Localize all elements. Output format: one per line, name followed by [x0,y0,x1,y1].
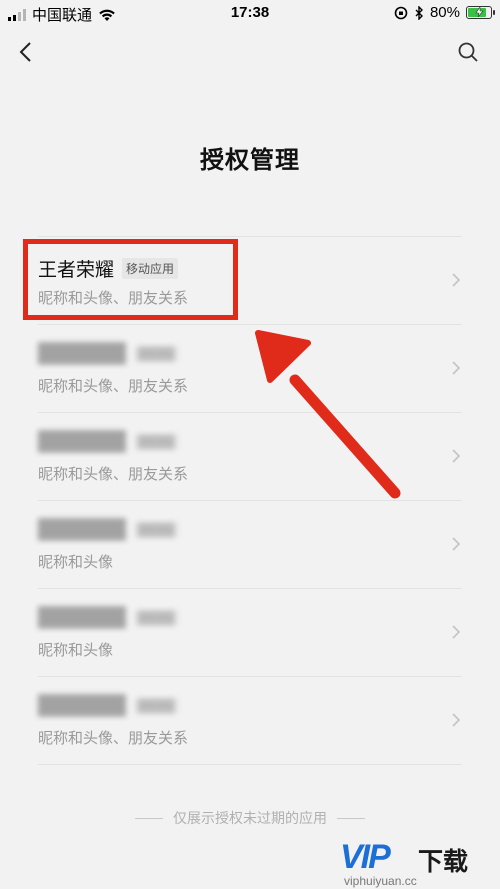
watermark-logo: VIP 下载 viphuiyuan.cc [340,838,500,889]
watermark-suffix: 下载 [418,847,469,876]
watermark-brand: VIP [340,838,391,876]
footer-note-text: 仅展示授权未过期的应用 [173,811,327,827]
app-name-line: ██████ ████ [38,343,179,365]
app-permissions: 昵称和头像 [38,553,114,571]
charging-icon [475,7,484,17]
app-name-redacted: ██████ [38,431,126,453]
app-name-line: ██████ ████ [38,607,179,629]
app-type-badge-redacted: ████ [133,609,179,627]
status-bar: 中国联通 17:38 80% [0,0,500,26]
app-name-redacted: ██████ [38,695,126,717]
chevron-right-icon [452,273,461,287]
app-permissions: 昵称和头像、朋友关系 [38,729,189,747]
chevron-right-icon [452,449,461,463]
app-permissions: 昵称和头像 [38,641,114,659]
highlight-box [23,239,238,320]
app-name-redacted: ██████ [38,519,126,541]
app-permissions: 昵称和头像、朋友关系 [38,377,189,395]
app-name-redacted: ██████ [38,607,126,629]
red-arrow-annotation [255,330,401,499]
bluetooth-icon [415,5,423,20]
battery-percent: 80% [429,4,460,21]
app-type-badge-redacted: ████ [133,521,179,539]
app-name-line: ██████ ████ [38,431,179,453]
orientation-lock-icon [394,6,408,19]
app-type-badge-redacted: ████ [133,697,179,715]
footer-line-right [337,817,365,819]
list-item[interactable]: ██████ ████ 昵称和头像、朋友关系 [38,677,462,764]
status-bar-right: 80% [394,4,495,21]
chevron-left-icon[interactable] [14,40,38,64]
search-icon[interactable] [456,40,480,64]
app-name-redacted: ██████ [38,343,126,365]
chevron-right-icon [452,537,461,551]
page-title: 授权管理 [200,146,300,174]
app-permissions: 昵称和头像、朋友关系 [38,465,189,483]
chevron-right-icon [452,713,461,727]
app-name-line: ██████ ████ [38,519,179,541]
watermark-url: viphuiyuan.cc [344,874,417,888]
list-item[interactable]: ██████ ████ 昵称和头像 [38,501,462,588]
footer-line-left [135,817,163,819]
battery-icon [466,6,495,19]
footer-note: 仅展示授权未过期的应用 [0,808,500,828]
divider [38,764,462,765]
list-item[interactable]: ██████ ████ 昵称和头像 [38,589,462,676]
app-type-badge-redacted: ████ [133,433,179,451]
chevron-right-icon [452,361,461,375]
app-type-badge-redacted: ████ [133,345,179,363]
app-name-line: ██████ ████ [38,695,179,717]
chevron-right-icon [452,625,461,639]
